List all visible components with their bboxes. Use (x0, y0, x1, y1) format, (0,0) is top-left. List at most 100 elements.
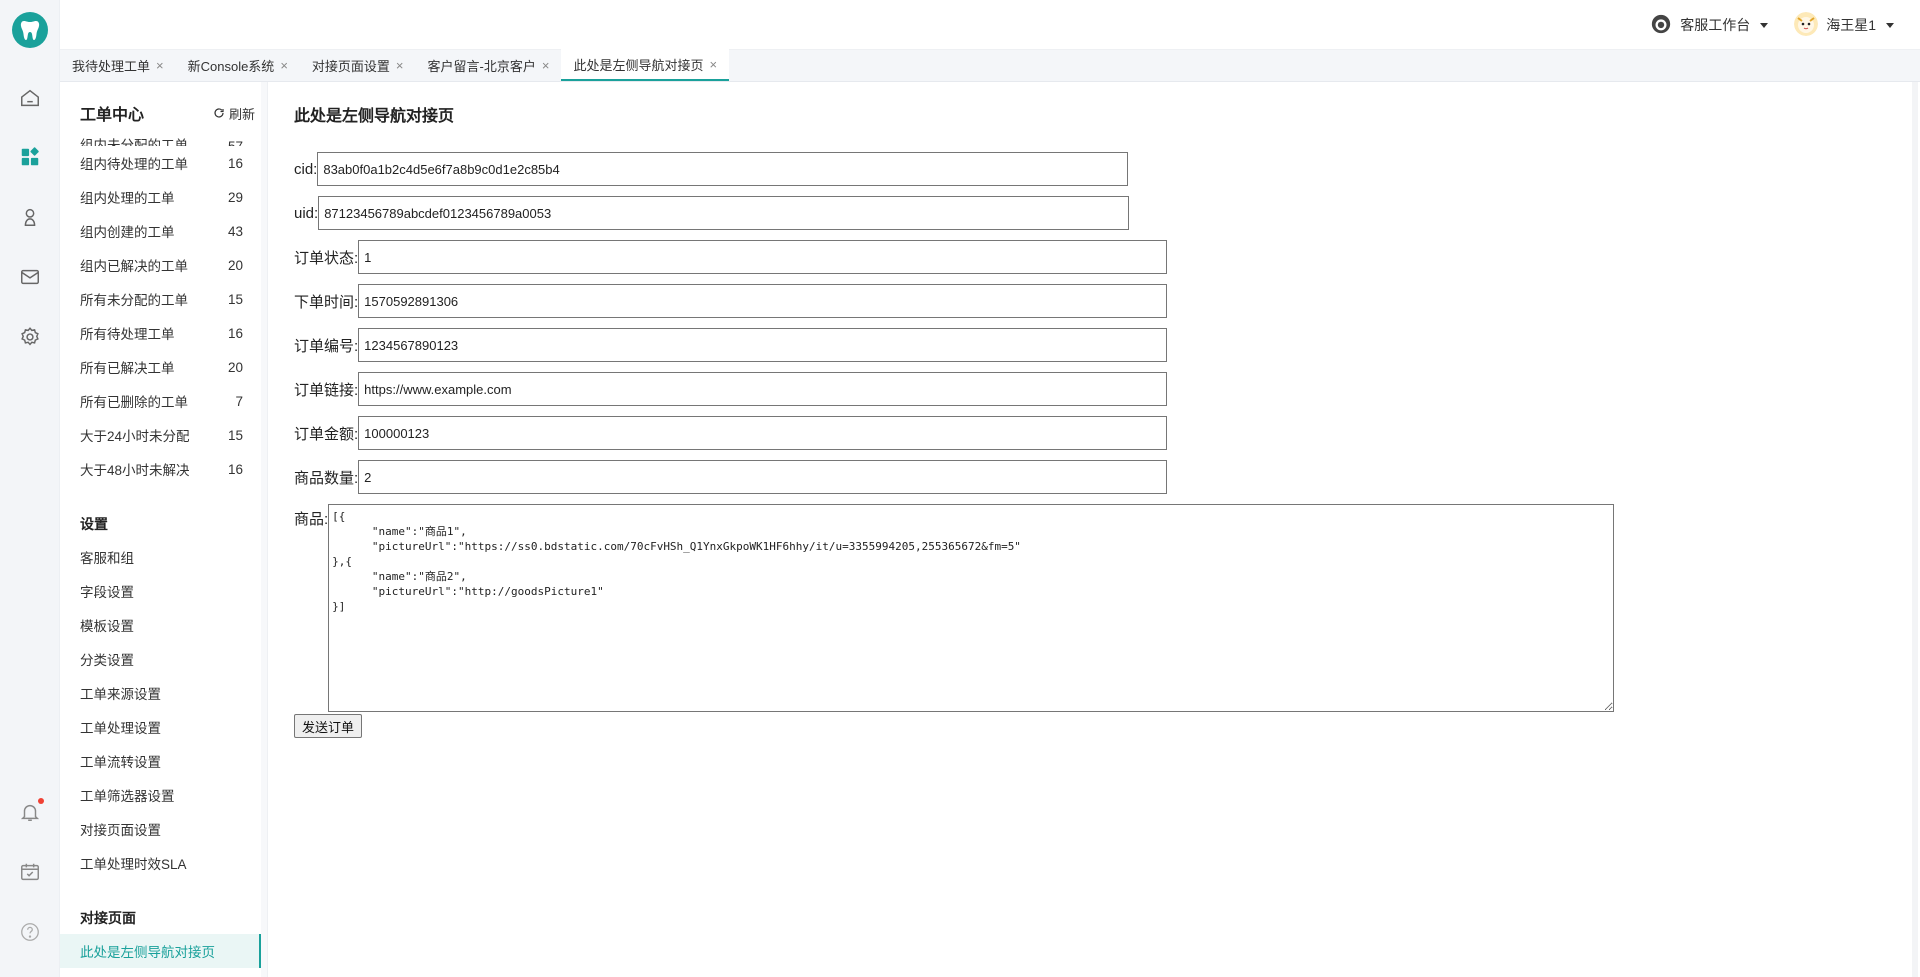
sidebar-item-ticket-5[interactable]: 所有待处理工单 16 (60, 316, 261, 350)
tab-0[interactable]: 我待处理工单 × (60, 49, 176, 81)
sidebar-item-count: 16 (227, 325, 243, 341)
order-link-field[interactable] (358, 372, 1168, 406)
sidebar-item-count: 16 (227, 461, 243, 477)
order-number-row: 订单编号: (294, 328, 1168, 362)
close-icon[interactable]: × (709, 57, 717, 72)
tab-label: 我待处理工单 (72, 58, 151, 74)
uid-field[interactable] (318, 196, 1130, 230)
customer-icon[interactable] (18, 205, 42, 229)
sidebar-item-ticket-1[interactable]: 组内处理的工单 29 (60, 180, 261, 214)
sidebar-scrollbar[interactable] (261, 82, 267, 977)
sidebar-item-integration-0[interactable]: 此处是左侧导航对接页 (60, 934, 261, 968)
close-icon[interactable]: × (280, 58, 288, 73)
sidebar-item-setting-3[interactable]: 分类设置 (60, 642, 261, 676)
close-icon[interactable]: × (396, 58, 404, 73)
sidebar-item-setting-2[interactable]: 模板设置 (60, 608, 261, 642)
sidebar-item-ticket-7[interactable]: 所有已删除的工单 7 (60, 384, 261, 418)
sidebar-item-setting-8[interactable]: 对接页面设置 (60, 812, 261, 846)
sidebar-item-setting-9[interactable]: 工单处理时效SLA (60, 846, 261, 880)
sidebar-item-label: 模板设置 (80, 619, 134, 634)
close-icon[interactable]: × (542, 58, 550, 73)
cid-field[interactable] (317, 152, 1129, 186)
sidebar-item-label: 字段设置 (80, 585, 134, 600)
sidebar-item-count: 7 (235, 393, 243, 409)
sidebar-item-ticket-9[interactable]: 大于48小时未解决 16 (60, 452, 261, 486)
order-number-field[interactable] (358, 328, 1168, 362)
close-icon[interactable]: × (156, 58, 164, 73)
sidebar-item-setting-1[interactable]: 字段设置 (60, 574, 261, 608)
sidebar-item-setting-6[interactable]: 工单流转设置 (60, 744, 261, 778)
home-icon[interactable] (18, 86, 42, 110)
sidebar-item-count: 43 (227, 223, 243, 239)
sidebar-item-partial[interactable]: 组内未分配的工单 57 (60, 130, 261, 146)
sidebar-item-count: 29 (227, 189, 243, 205)
sidebar-item-label: 工单处理设置 (80, 721, 161, 736)
sidebar-item-label: 大于24小时未分配 (80, 429, 190, 444)
main-scrollbar[interactable] (1912, 82, 1918, 977)
uid-row: uid: (294, 196, 1130, 230)
cid-label: cid: (294, 160, 318, 178)
chevron-down-icon (1760, 22, 1769, 28)
sidebar-item-setting-5[interactable]: 工单处理设置 (60, 710, 261, 744)
avatar (1794, 11, 1819, 39)
tooth-logo-icon (12, 12, 48, 48)
user-menu-dropdown[interactable]: 海王星1 (1794, 11, 1894, 39)
sidebar-item-ticket-2[interactable]: 组内创建的工单 43 (60, 214, 261, 248)
tab-label: 对接页面设置 (311, 58, 390, 74)
sidebar-item-count: 16 (227, 155, 243, 171)
main-content: 此处是左侧导航对接页 cid: uid: 订单状态: 下单时间: 订单编号: 订… (268, 82, 1920, 977)
sidebar-item-label: 工单处理时效SLA (80, 857, 187, 872)
sidebar-item-count: 15 (227, 427, 243, 443)
sidebar-item-ticket-0[interactable]: 组内待处理的工单 16 (60, 146, 261, 180)
sidebar-list: 组内未分配的工单57组内待处理的工单16组内处理的工单29组内创建的工单43组内… (60, 130, 261, 968)
sidebar-item-ticket-8[interactable]: 大于24小时未分配 15 (60, 418, 261, 452)
tab-label: 此处是左侧导航对接页 (573, 57, 704, 73)
sidebar-item-ticket-3[interactable]: 组内已解决的工单 20 (60, 248, 261, 282)
goods-json-textarea[interactable]: [{ "name":"商品1", "pictureUrl":"https://s… (328, 504, 1615, 712)
workspace-label: 客服工作台 (1680, 17, 1751, 33)
sidebar-item-label: 客服和组 (80, 551, 134, 566)
tab-2[interactable]: 对接页面设置 × (300, 49, 416, 81)
sidebar-item-setting-4[interactable]: 工单来源设置 (60, 676, 261, 710)
send-order-button[interactable]: 发送订单 (294, 714, 363, 738)
sidebar-item-ticket-6[interactable]: 所有已解决工单 20 (60, 350, 261, 384)
order-time-field[interactable] (358, 284, 1168, 318)
order-link-row: 订单链接: (294, 372, 1168, 406)
sidebar-item-label: 组内创建的工单 (80, 225, 175, 240)
settings-gear-icon[interactable] (18, 325, 42, 349)
order-status-field[interactable] (358, 240, 1168, 274)
user-name: 海王星1 (1826, 17, 1876, 33)
refresh-icon (214, 108, 224, 118)
top-header: 客服工作台 海王星1 (60, 0, 1920, 50)
sidebar-item-setting-0[interactable]: 客服和组 (60, 540, 261, 574)
order-amount-row: 订单金额: (294, 416, 1168, 450)
sidebar-item-label: 大于48小时未解决 (80, 463, 190, 478)
tab-label: 客户留言-北京客户 (427, 58, 536, 74)
sidebar-section-settings: 设置 (80, 516, 108, 532)
refresh-button[interactable]: 刷新 (213, 104, 255, 123)
sidebar-item-count: 57 (228, 139, 243, 146)
order-amount-field[interactable] (358, 416, 1168, 450)
help-icon[interactable] (18, 920, 42, 944)
goods-quantity-field[interactable] (358, 460, 1168, 494)
tab-3[interactable]: 客户留言-北京客户 × (416, 49, 562, 81)
workspace-dropdown[interactable]: 客服工作台 (1650, 13, 1769, 38)
sidebar-item-ticket-4[interactable]: 所有未分配的工单 15 (60, 282, 261, 316)
notification-bell-icon[interactable] (18, 798, 44, 824)
tab-1[interactable]: 新Console系统 × (176, 49, 300, 81)
sidebar-item-label: 工单筛选器设置 (80, 789, 175, 804)
sidebar-item-setting-7[interactable]: 工单筛选器设置 (60, 778, 261, 812)
goods-label: 商品: (294, 511, 329, 528)
sidebar-item-label: 工单流转设置 (80, 755, 161, 770)
goods-quantity-label: 商品数量: (294, 469, 359, 487)
sidebar-title: 工单中心 (80, 107, 145, 124)
mail-icon[interactable] (18, 265, 42, 289)
calendar-icon[interactable] (18, 860, 42, 884)
tab-4[interactable]: 此处是左侧导航对接页 × (561, 49, 730, 81)
sidebar-item-label: 所有待处理工单 (80, 327, 175, 342)
dashboard-icon[interactable] (18, 145, 42, 169)
sidebar-item-label: 所有已删除的工单 (80, 395, 188, 410)
sidebar-item-label: 组内已解决的工单 (80, 259, 188, 274)
icon-rail (0, 0, 60, 977)
sidebar-item-label: 此处是左侧导航对接页 (80, 945, 215, 960)
